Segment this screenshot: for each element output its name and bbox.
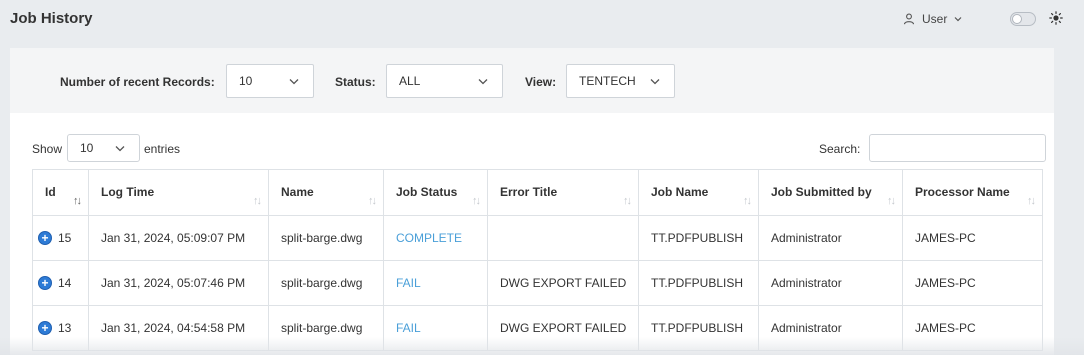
cell-job-status: COMPLETE [383,215,488,261]
cell-submitted-by: Administrator [758,215,903,261]
column-header-label: Id [45,184,56,199]
sort-icon: ↑↓ [368,195,377,207]
cell-processor: JAMES-PC [902,215,1043,261]
sort-icon: ↑↓ [73,195,82,207]
entries-select-value: 10 [80,141,94,155]
row-id: 14 [58,275,72,290]
records-select[interactable]: 10 [226,64,314,98]
cell-error-title: DWG EXPORT FAILED [487,260,639,306]
column-header-label: Processor Name [915,184,1010,199]
view-select-value: TENTECH [579,74,636,88]
plus-circle-icon[interactable]: + [38,276,52,291]
chevron-down-icon [289,79,299,85]
user-menu[interactable]: User [903,11,962,27]
column-header-job-status[interactable]: Job Status ↑↓ [383,169,488,216]
show-label: Show [32,142,63,156]
plus-circle-icon[interactable]: + [38,321,52,336]
cell-submitted-by: Administrator [758,260,903,306]
cell-job-name: TT.PDFPUBLISH [638,260,759,306]
job-history-table: Id ↑↓ Log Time ↑↓ Name ↑↓ Job Status ↑↓ Erro… [32,169,1043,351]
plus-circle-icon[interactable]: + [38,231,52,246]
user-icon [903,13,915,25]
view-label: View: [525,75,557,89]
column-header-label: Log Time [101,184,155,199]
entries-select[interactable]: 10 [67,134,140,162]
row-id: 13 [58,320,72,335]
table-row: +14 Jan 31, 2024, 05:07:46 PM split-barg… [32,260,1043,306]
chevron-down-icon [954,17,962,22]
records-select-value: 10 [239,74,253,88]
cell-error-title [487,215,639,261]
cell-processor: JAMES-PC [902,260,1043,306]
page-title: Job History [10,10,93,27]
top-bar: Job History User [0,0,1084,40]
search-label: Search: [819,142,861,156]
column-header-label: Error Title [500,184,558,199]
column-header-label: Job Status [396,184,458,199]
column-header-label: Job Submitted by [771,184,872,199]
sort-icon: ↑↓ [1027,195,1036,207]
sort-icon: ↑↓ [623,195,632,207]
sort-icon: ↑↓ [253,195,262,207]
chevron-down-icon [115,146,125,152]
cell-job-name: TT.PDFPUBLISH [638,215,759,261]
column-header-job-name[interactable]: Job Name ↑↓ [638,169,759,216]
chevron-down-icon [478,79,488,85]
search-input[interactable] [869,134,1046,162]
cell-id: +15 [32,215,89,261]
view-select[interactable]: TENTECH [566,64,675,98]
column-header-label: Name [281,184,314,199]
cell-log-time: Jan 31, 2024, 05:09:07 PM [88,215,269,261]
cell-log-time: Jan 31, 2024, 05:07:46 PM [88,260,269,306]
cell-name: split-barge.dwg [268,215,384,261]
entries-label: entries [144,142,181,156]
sort-icon: ↑↓ [472,195,481,207]
column-header-name[interactable]: Name ↑↓ [268,169,384,216]
sort-icon: ↑↓ [887,195,896,207]
column-header-id[interactable]: Id ↑↓ [32,169,89,216]
column-header-processor-name[interactable]: Processor Name ↑↓ [902,169,1043,216]
user-menu-label: User [922,12,948,26]
cell-id: +14 [32,260,89,306]
cell-job-status: FAIL [383,260,488,306]
column-header-label: Job Name [651,184,709,199]
job-history-panel: Show 10 entries Search: Id ↑↓ Log Time ↑↓ … [10,113,1054,355]
toggle-knob [1012,14,1022,24]
job-status-link[interactable]: COMPLETE [396,231,462,245]
sort-icon: ↑↓ [743,195,752,207]
cell-name: split-barge.dwg [268,260,384,306]
status-label: Status: [335,75,376,89]
job-status-link[interactable]: FAIL [396,321,421,335]
sun-icon[interactable] [1049,11,1063,25]
scroll-fade [0,337,1084,355]
column-header-error-title[interactable]: Error Title ↑↓ [487,169,639,216]
column-header-log-time[interactable]: Log Time ↑↓ [88,169,269,216]
filter-bar: Number of recent Records: 10 Status: ALL… [10,48,1054,113]
job-status-link[interactable]: FAIL [396,276,421,290]
table-header-row: Id ↑↓ Log Time ↑↓ Name ↑↓ Job Status ↑↓ Erro… [32,169,1043,216]
column-header-submitted-by[interactable]: Job Submitted by ↑↓ [758,169,903,216]
chevron-down-icon [650,79,660,85]
row-id: 15 [58,230,72,245]
table-row: +15 Jan 31, 2024, 05:09:07 PM split-barg… [32,215,1043,261]
status-select-value: ALL [399,74,421,88]
theme-toggle[interactable] [1010,12,1036,26]
status-select[interactable]: ALL [386,64,503,98]
records-label: Number of recent Records: [60,75,215,89]
